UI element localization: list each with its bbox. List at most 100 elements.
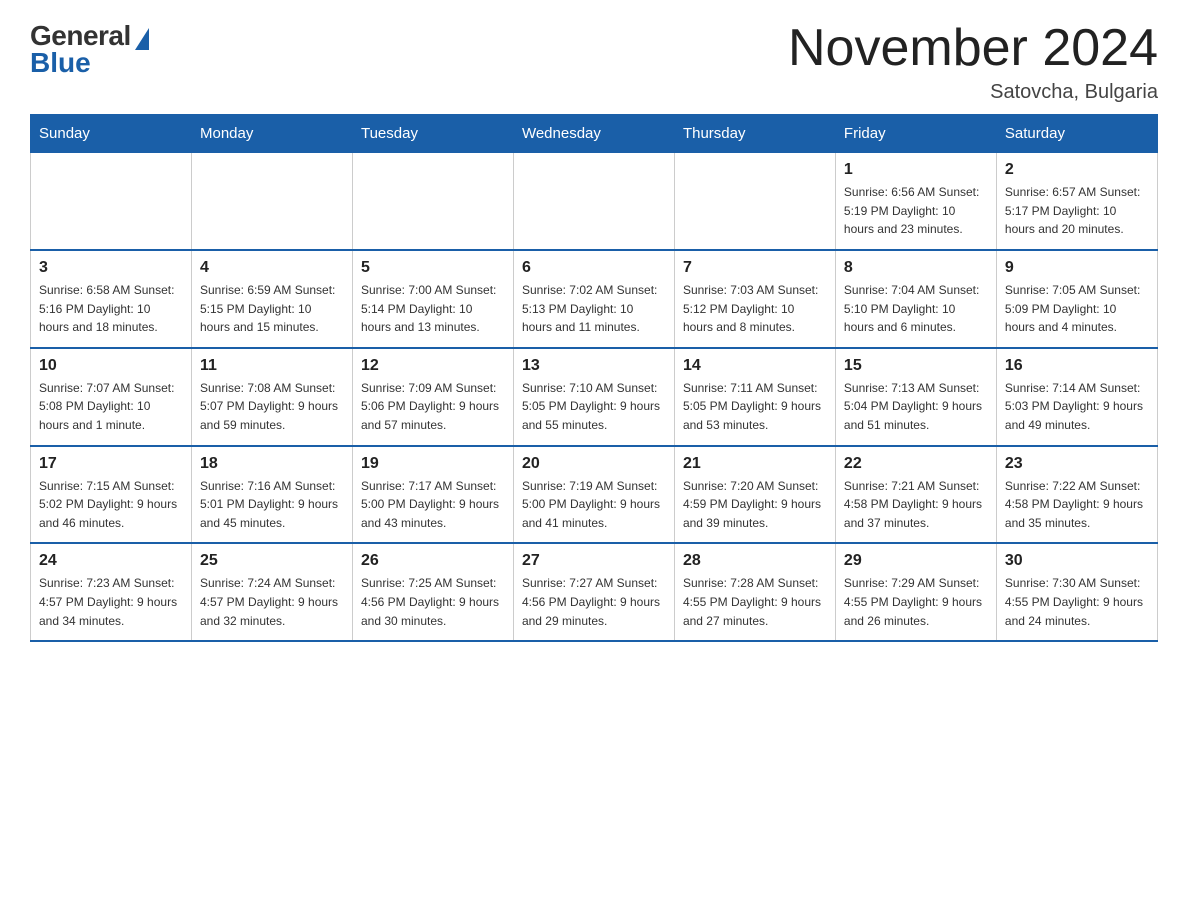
calendar-cell [352,153,513,250]
day-number: 29 [844,552,988,570]
calendar-cell: 24Sunrise: 7:23 AM Sunset: 4:57 PM Dayli… [31,543,192,641]
day-number: 4 [200,259,344,277]
calendar-week-row: 3 Sunrise: 6:58 AM Sunset: 5:16 PM Daylig… [31,250,1158,348]
day-info: Sunrise: 7:03 AM Sunset: 5:12 PM Dayligh… [683,281,827,337]
title-area: November 2024 Satovcha, Bulgaria [788,20,1158,104]
day-info: Sunrise: 7:13 AM Sunset: 5:04 PM Dayligh… [844,379,988,435]
day-number: 15 [844,357,988,375]
day-info: Sunrise: 7:09 AM Sunset: 5:06 PM Dayligh… [361,379,505,435]
day-number: 9 [1005,259,1149,277]
day-number: 24 [39,552,183,570]
logo-triangle-icon [135,28,149,50]
calendar-cell: 13 Sunrise: 7:10 AM Sunset: 5:05 PM Dayli… [513,348,674,446]
calendar-cell: 8 Sunrise: 7:04 AM Sunset: 5:10 PM Daylig… [835,250,996,348]
calendar-cell: 10 Sunrise: 7:07 AM Sunset: 5:08 PM Dayli… [31,348,192,446]
day-number: 1 [844,161,988,179]
day-number: 5 [361,259,505,277]
day-number: 25 [200,552,344,570]
day-info: Sunrise: 7:05 AM Sunset: 5:09 PM Dayligh… [1005,281,1149,337]
day-info: Sunrise: 7:04 AM Sunset: 5:10 PM Dayligh… [844,281,988,337]
weekday-header-wednesday: Wednesday [513,115,674,153]
day-number: 22 [844,455,988,473]
day-info: Sunrise: 7:15 AM Sunset: 5:02 PM Dayligh… [39,477,183,533]
calendar-cell: 3 Sunrise: 6:58 AM Sunset: 5:16 PM Daylig… [31,250,192,348]
month-title: November 2024 [788,20,1158,77]
day-info: Sunrise: 6:58 AM Sunset: 5:16 PM Dayligh… [39,281,183,337]
day-info: Sunrise: 7:27 AM Sunset: 4:56 PM Dayligh… [522,574,666,630]
logo: General Blue [30,20,149,79]
day-info: Sunrise: 7:28 AM Sunset: 4:55 PM Dayligh… [683,574,827,630]
calendar-cell: 28 Sunrise: 7:28 AM Sunset: 4:55 PM Dayli… [674,543,835,641]
day-number: 27 [522,552,666,570]
day-number: 7 [683,259,827,277]
day-number: 28 [683,552,827,570]
day-info: Sunrise: 6:57 AM Sunset: 5:17 PM Dayligh… [1005,183,1149,239]
calendar-week-row: 17 Sunrise: 7:15 AM Sunset: 5:02 PM Dayli… [31,446,1158,544]
weekday-header-row: SundayMondayTuesdayWednesdayThursdayFrid… [31,115,1158,153]
calendar-cell: 22 Sunrise: 7:21 AM Sunset: 4:58 PM Dayli… [835,446,996,544]
day-info: Sunrise: 7:10 AM Sunset: 5:05 PM Dayligh… [522,379,666,435]
day-number: 30 [1005,552,1149,570]
day-number: 17 [39,455,183,473]
calendar-cell: 23 Sunrise: 7:22 AM Sunset: 4:58 PM Dayli… [996,446,1157,544]
day-number: 3 [39,259,183,277]
weekday-header-friday: Friday [835,115,996,153]
calendar-cell: 20Sunrise: 7:19 AM Sunset: 5:00 PM Dayli… [513,446,674,544]
weekday-header-saturday: Saturday [996,115,1157,153]
calendar-cell: 21Sunrise: 7:20 AM Sunset: 4:59 PM Dayli… [674,446,835,544]
day-number: 11 [200,357,344,375]
calendar-cell: 26Sunrise: 7:25 AM Sunset: 4:56 PM Dayli… [352,543,513,641]
day-number: 23 [1005,455,1149,473]
calendar-cell: 15 Sunrise: 7:13 AM Sunset: 5:04 PM Dayli… [835,348,996,446]
day-info: Sunrise: 7:17 AM Sunset: 5:00 PM Dayligh… [361,477,505,533]
day-number: 8 [844,259,988,277]
day-info: Sunrise: 7:19 AM Sunset: 5:00 PM Dayligh… [522,477,666,533]
day-number: 12 [361,357,505,375]
calendar-cell: 1Sunrise: 6:56 AM Sunset: 5:19 PM Daylig… [835,153,996,250]
day-info: Sunrise: 7:24 AM Sunset: 4:57 PM Dayligh… [200,574,344,630]
day-info: Sunrise: 7:07 AM Sunset: 5:08 PM Dayligh… [39,379,183,435]
day-number: 19 [361,455,505,473]
weekday-header-thursday: Thursday [674,115,835,153]
calendar-cell: 14Sunrise: 7:11 AM Sunset: 5:05 PM Dayli… [674,348,835,446]
day-info: Sunrise: 7:29 AM Sunset: 4:55 PM Dayligh… [844,574,988,630]
day-number: 13 [522,357,666,375]
day-info: Sunrise: 6:59 AM Sunset: 5:15 PM Dayligh… [200,281,344,337]
day-number: 10 [39,357,183,375]
calendar-table: SundayMondayTuesdayWednesdayThursdayFrid… [30,114,1158,642]
day-number: 18 [200,455,344,473]
calendar-cell: 18 Sunrise: 7:16 AM Sunset: 5:01 PM Dayli… [191,446,352,544]
day-info: Sunrise: 7:30 AM Sunset: 4:55 PM Dayligh… [1005,574,1149,630]
day-number: 6 [522,259,666,277]
calendar-cell: 11Sunrise: 7:08 AM Sunset: 5:07 PM Dayli… [191,348,352,446]
calendar-cell: 17 Sunrise: 7:15 AM Sunset: 5:02 PM Dayli… [31,446,192,544]
calendar-cell [674,153,835,250]
weekday-header-tuesday: Tuesday [352,115,513,153]
calendar-body: 1Sunrise: 6:56 AM Sunset: 5:19 PM Daylig… [31,153,1158,641]
day-info: Sunrise: 7:16 AM Sunset: 5:01 PM Dayligh… [200,477,344,533]
calendar-cell [513,153,674,250]
calendar-cell: 27 Sunrise: 7:27 AM Sunset: 4:56 PM Dayli… [513,543,674,641]
day-info: Sunrise: 7:00 AM Sunset: 5:14 PM Dayligh… [361,281,505,337]
weekday-header-sunday: Sunday [31,115,192,153]
calendar-cell: 16Sunrise: 7:14 AM Sunset: 5:03 PM Dayli… [996,348,1157,446]
page-header: General Blue November 2024 Satovcha, Bul… [30,20,1158,104]
day-info: Sunrise: 7:25 AM Sunset: 4:56 PM Dayligh… [361,574,505,630]
calendar-cell: 12 Sunrise: 7:09 AM Sunset: 5:06 PM Dayli… [352,348,513,446]
calendar-cell: 19 Sunrise: 7:17 AM Sunset: 5:00 PM Dayli… [352,446,513,544]
calendar-cell: 6Sunrise: 7:02 AM Sunset: 5:13 PM Daylig… [513,250,674,348]
day-info: Sunrise: 7:14 AM Sunset: 5:03 PM Dayligh… [1005,379,1149,435]
calendar-cell [31,153,192,250]
location-subtitle: Satovcha, Bulgaria [788,81,1158,104]
calendar-cell: 30 Sunrise: 7:30 AM Sunset: 4:55 PM Dayli… [996,543,1157,641]
calendar-header: SundayMondayTuesdayWednesdayThursdayFrid… [31,115,1158,153]
calendar-cell: 4 Sunrise: 6:59 AM Sunset: 5:15 PM Daylig… [191,250,352,348]
day-info: Sunrise: 7:20 AM Sunset: 4:59 PM Dayligh… [683,477,827,533]
calendar-cell: 25 Sunrise: 7:24 AM Sunset: 4:57 PM Dayli… [191,543,352,641]
day-info: Sunrise: 7:11 AM Sunset: 5:05 PM Dayligh… [683,379,827,435]
day-info: Sunrise: 7:21 AM Sunset: 4:58 PM Dayligh… [844,477,988,533]
calendar-cell [191,153,352,250]
day-number: 2 [1005,161,1149,179]
calendar-week-row: 1Sunrise: 6:56 AM Sunset: 5:19 PM Daylig… [31,153,1158,250]
day-info: Sunrise: 7:22 AM Sunset: 4:58 PM Dayligh… [1005,477,1149,533]
